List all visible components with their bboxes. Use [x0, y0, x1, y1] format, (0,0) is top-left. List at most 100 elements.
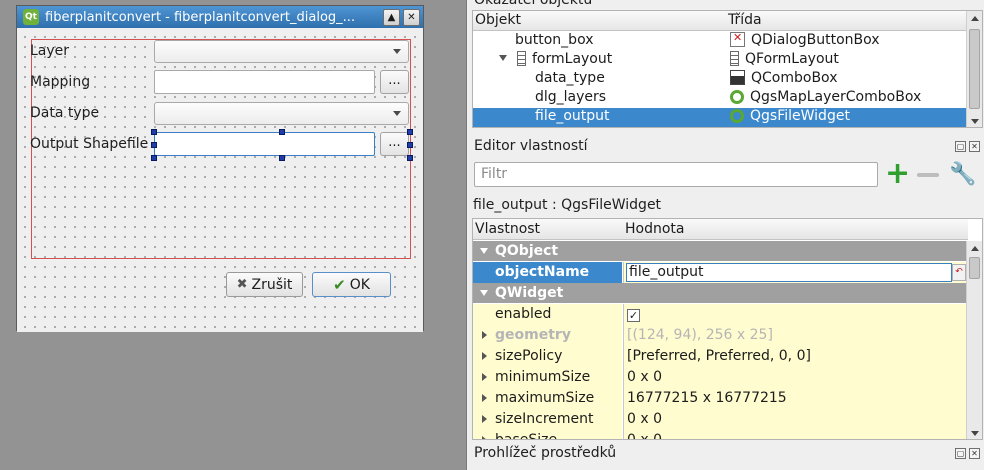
property-table[interactable]: Vlastnost Hodnota QObject objectName fil… — [472, 218, 983, 440]
property-value[interactable]: 16777215 x 16777215 — [623, 388, 968, 409]
tree-row-file-output[interactable]: file_output QgsFileWidget — [473, 108, 968, 127]
expand-arrow-icon[interactable] — [482, 352, 487, 360]
property-name: minimumSize — [495, 369, 591, 385]
tree-row-button-box[interactable]: button_box QDialogButtonBox — [473, 31, 968, 51]
tree-class-name: QFormLayout — [745, 51, 839, 67]
selection-handle[interactable] — [407, 142, 413, 148]
collapse-arrow-icon[interactable] — [480, 290, 488, 296]
selection-handle[interactable] — [279, 129, 285, 135]
output-shapefile-label: Output Shapefile — [30, 136, 149, 152]
qgis-icon — [730, 109, 744, 123]
close-dock-icon[interactable]: ✕ — [969, 448, 980, 459]
scroll-up-icon[interactable] — [971, 16, 979, 21]
tree-class-name: QComboBox — [751, 70, 838, 86]
property-row-objectname[interactable]: objectName file_output ↶ — [473, 262, 968, 283]
property-name: baseSize — [495, 432, 558, 440]
ok-button[interactable]: ✔ OK — [312, 272, 391, 297]
objectname-value-input[interactable]: file_output — [626, 263, 952, 282]
tree-row-data-type[interactable]: data_type QComboBox — [473, 70, 968, 89]
data-type-label: Data type — [30, 105, 100, 121]
checkmark-icon: ✔ — [333, 275, 346, 294]
scroll-down-icon[interactable] — [971, 431, 979, 436]
property-row-enabled[interactable]: enabled ✓ — [473, 304, 968, 325]
data-type-combobox[interactable] — [154, 102, 409, 125]
reset-value-icon[interactable]: ↶ — [952, 264, 966, 281]
selection-handle[interactable] — [151, 142, 157, 148]
selection-handle[interactable] — [279, 155, 285, 161]
property-row-minimumsize[interactable]: minimumSize 0 x 0 — [473, 367, 968, 388]
mapping-browse-button[interactable]: ... — [380, 70, 409, 94]
mapping-input[interactable] — [154, 70, 375, 94]
col-class-header[interactable]: Třída — [728, 12, 762, 28]
scrollbar-thumb[interactable] — [969, 257, 980, 279]
selection-handle[interactable] — [151, 155, 157, 161]
qgis-icon — [730, 90, 744, 104]
property-name: sizeIncrement — [495, 411, 594, 427]
tree-row-form-layout[interactable]: formLayout QFormLayout — [473, 51, 968, 70]
form-layout-icon — [730, 51, 739, 66]
chevron-down-icon — [393, 49, 401, 54]
property-filter-input[interactable]: Filtr — [474, 162, 878, 187]
expand-arrow-icon[interactable] — [482, 331, 487, 339]
property-row-sizeincrement[interactable]: sizeIncrement 0 x 0 — [473, 409, 968, 430]
float-dock-icon[interactable]: ▢ — [955, 448, 966, 459]
tree-scrollbar[interactable] — [966, 11, 982, 127]
property-row-basesize[interactable]: baseSize 0 x 0 — [473, 430, 968, 440]
close-dock-icon[interactable]: ✕ — [969, 141, 980, 152]
scroll-up-icon[interactable] — [971, 246, 979, 251]
tree-class-name: QgsMapLayerComboBox — [750, 89, 922, 105]
wrench-icon[interactable]: 🔧 — [949, 163, 976, 187]
resource-browser-dock-controls: ▢ ✕ — [955, 448, 980, 459]
tree-header: Objekt Třída — [473, 11, 968, 31]
scrollbar-thumb[interactable] — [969, 29, 980, 109]
scroll-down-icon[interactable] — [971, 119, 979, 124]
property-value: [(124, 94), 256 x 25] — [623, 325, 968, 346]
property-value[interactable]: [Preferred, Preferred, 0, 0] — [623, 346, 968, 367]
collapse-arrow-icon[interactable] — [480, 248, 488, 254]
dialog-window: Qt fiberplanitconvert - fiberplanitconve… — [16, 5, 424, 332]
object-inspector-title: Okazatel objektů — [474, 0, 593, 8]
expand-arrow-icon[interactable] — [482, 415, 487, 423]
col-object-header[interactable]: Objekt — [475, 12, 521, 28]
tree-class-name: QgsFileWidget — [750, 108, 850, 124]
property-name: enabled — [473, 304, 622, 325]
add-property-icon[interactable]: + — [885, 159, 911, 189]
selection-handle[interactable] — [407, 129, 413, 135]
layer-combobox[interactable] — [154, 40, 409, 63]
cancel-button[interactable]: ✖ Zrušit — [226, 272, 303, 297]
remove-property-icon[interactable] — [915, 163, 941, 187]
output-browse-button[interactable]: ... — [380, 132, 409, 156]
property-value[interactable]: 0 x 0 — [623, 430, 968, 439]
expand-arrow-icon[interactable] — [482, 436, 487, 439]
designer-side-panel: Okazatel objektů Objekt Třída button_box… — [466, 0, 984, 470]
expand-arrow-icon[interactable] — [499, 55, 507, 61]
property-group-qobject[interactable]: QObject — [473, 241, 968, 262]
property-value[interactable]: 0 x 0 — [623, 409, 968, 430]
expand-arrow-icon[interactable] — [482, 394, 487, 402]
col-value-header[interactable]: Hodnota — [625, 221, 685, 237]
property-editor-title: Editor vlastností — [474, 138, 588, 154]
property-name: geometry — [495, 327, 571, 343]
output-shapefile-input[interactable] — [154, 132, 375, 156]
expand-arrow-icon[interactable] — [482, 373, 487, 381]
property-scrollbar[interactable] — [966, 241, 982, 439]
selection-handle[interactable] — [151, 129, 157, 135]
col-property-header[interactable]: Vlastnost — [475, 221, 540, 237]
selection-handle[interactable] — [407, 155, 413, 161]
property-row-geometry[interactable]: geometry [(124, 94), 256 x 25] — [473, 325, 968, 346]
property-group-qwidget[interactable]: QWidget — [473, 283, 968, 304]
enabled-checkbox[interactable]: ✓ — [627, 309, 640, 322]
tree-object-name: dlg_layers — [535, 89, 607, 105]
property-row-sizepolicy[interactable]: sizePolicy [Preferred, Preferred, 0, 0] — [473, 346, 968, 367]
property-row-maximumsize[interactable]: maximumSize 16777215 x 16777215 — [473, 388, 968, 409]
minimize-button[interactable]: ▲ — [383, 8, 400, 26]
float-dock-icon[interactable]: ▢ — [955, 141, 966, 152]
tree-row-dlg-layers[interactable]: dlg_layers QgsMapLayerComboBox — [473, 89, 968, 108]
object-inspector-tree[interactable]: Objekt Třída button_box QDialogButtonBox… — [472, 10, 983, 128]
tree-object-name: data_type — [535, 70, 605, 86]
dialog-title: fiberplanitconvert - fiberplanitconvert_… — [45, 9, 356, 25]
property-value[interactable]: 0 x 0 — [623, 367, 968, 388]
close-button[interactable]: ✕ — [403, 8, 420, 26]
group-name: QWidget — [495, 285, 564, 301]
dialog-titlebar[interactable]: Qt fiberplanitconvert - fiberplanitconve… — [17, 6, 423, 28]
